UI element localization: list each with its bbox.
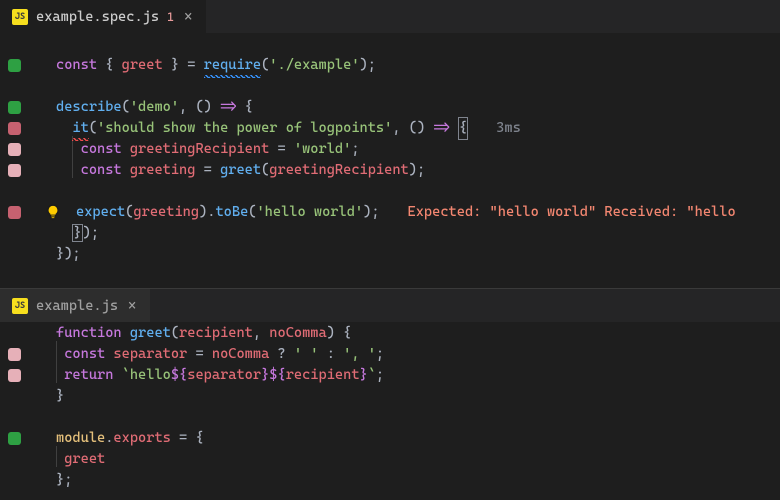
tab-bar: JS example.js × [0,289,780,323]
code-line[interactable]: }); [44,223,99,244]
info-marker-icon [8,369,21,382]
gutter-marker[interactable] [0,118,44,139]
pass-marker-icon [8,101,21,114]
lightbulb-icon[interactable] [46,205,60,219]
info-marker-icon [8,143,21,156]
code-line[interactable]: return `hello${separator}${recipient}`; [44,365,384,386]
code-line[interactable]: } [44,386,64,407]
code-line[interactable]: const separator = noComma ? ' ' : ', '; [44,344,384,365]
tab-problems-badge: 1 [167,10,174,24]
js-icon: JS [12,9,28,25]
js-icon: JS [12,298,28,314]
code-line[interactable]: }); [44,244,81,265]
code-line[interactable]: }; [44,470,72,491]
tab-filename: example.spec.js [36,9,159,25]
code-line[interactable]: describe('demo', () => { [44,97,253,118]
gutter-marker[interactable] [0,344,44,365]
cursor-position: { [458,117,468,140]
tab-example-spec[interactable]: JS example.spec.js 1 × [0,0,207,33]
tab-filename: example.js [36,298,118,314]
tab-bar: JS example.spec.js 1 × [0,0,780,34]
tab-example[interactable]: JS example.js × [0,289,151,322]
gutter-marker[interactable] [0,97,44,118]
fail-marker-icon [8,206,21,219]
close-icon[interactable]: × [182,8,194,26]
gutter-marker[interactable] [0,160,44,181]
code-line[interactable]: greet [44,449,105,470]
code-line[interactable]: module.exports = { [44,428,204,449]
gutter-marker[interactable] [0,139,44,160]
code-line[interactable]: expect(greeting).toBe('hello world');Exp… [44,202,736,223]
code-line[interactable]: const greeting = greet(greetingRecipient… [44,160,425,181]
code-editor[interactable]: const { greet } = require('./example'); … [0,34,780,288]
editor-pane-bottom: JS example.js × function greet(recipient… [0,288,780,499]
inline-error-hint: Expected: "hello world" Received: "hello [408,202,736,223]
code-line[interactable]: it('should show the power of logpoints',… [44,118,521,139]
code-line[interactable]: const greetingRecipient = 'world'; [44,139,360,160]
close-icon[interactable]: × [126,297,138,315]
fail-marker-icon [8,122,21,135]
pass-marker-icon [8,59,21,72]
info-marker-icon [8,164,21,177]
code-line[interactable]: function greet(recipient, noComma) { [44,323,351,344]
editor-pane-top: JS example.spec.js 1 × const { greet } =… [0,0,780,288]
gutter-marker[interactable] [0,365,44,386]
code-editor[interactable]: function greet(recipient, noComma) { con… [0,323,780,499]
gutter-marker[interactable] [0,428,44,449]
code-line[interactable]: const { greet } = require('./example'); [44,55,376,76]
pass-marker-icon [8,432,21,445]
inline-timing-hint: 3ms [496,118,521,139]
gutter-marker[interactable] [0,202,44,223]
info-marker-icon [8,348,21,361]
gutter-marker[interactable] [0,55,44,76]
